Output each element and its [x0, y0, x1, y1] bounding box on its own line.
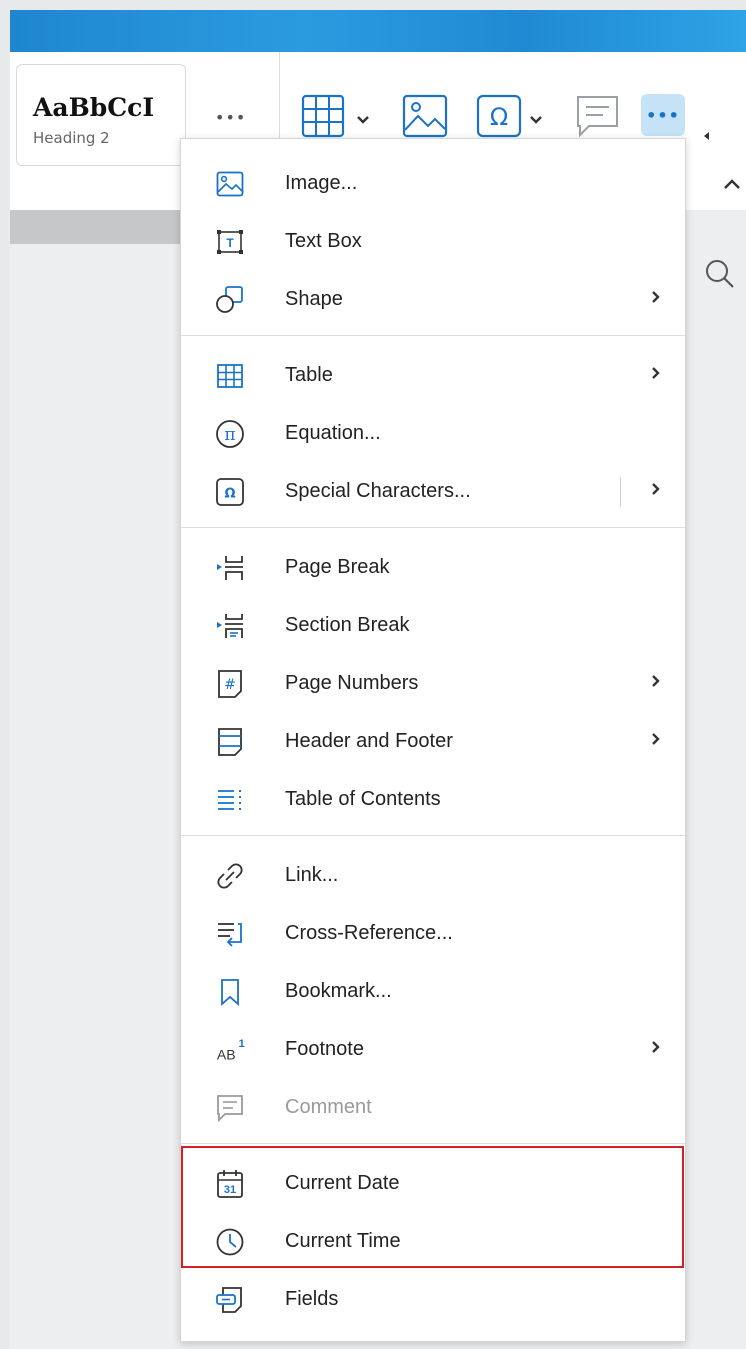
chevron-down-icon	[530, 116, 542, 124]
chevron-down-icon	[357, 116, 369, 124]
insert-table-dropdown[interactable]	[356, 110, 370, 129]
collapse-ribbon-button[interactable]	[722, 176, 742, 195]
menu-item-link[interactable]: Link...	[181, 847, 685, 905]
menu-separator	[181, 1143, 685, 1144]
special-characters-button[interactable]: Ω	[476, 94, 522, 142]
svg-text:AB: AB	[217, 1046, 236, 1062]
chevron-right-icon[interactable]	[651, 481, 661, 501]
menu-item-section-break[interactable]: Section Break	[181, 597, 685, 655]
menu-item-table-of-contents[interactable]: Table of Contents	[181, 771, 685, 829]
image-icon	[402, 94, 448, 138]
style-name: Heading 2	[33, 129, 110, 147]
text-box-icon: T	[215, 227, 245, 257]
toc-icon	[215, 785, 245, 815]
menu-item-equation[interactable]: π Equation...	[181, 405, 685, 463]
comment-button[interactable]	[575, 94, 621, 144]
menu-separator	[181, 835, 685, 836]
menu-item-header-and-footer[interactable]: Header and Footer	[181, 713, 685, 771]
comment-icon	[577, 96, 618, 138]
menu-item-current-date[interactable]: 31 Current Date	[181, 1155, 685, 1213]
menu-item-cross-reference[interactable]: Cross-Reference...	[181, 905, 685, 963]
style-sample-text: AaBbCcI	[33, 93, 155, 122]
chevron-up-icon	[724, 179, 740, 189]
bookmark-icon	[215, 977, 245, 1007]
toolbar-more-button[interactable]: •••	[641, 94, 685, 136]
title-bar	[10, 10, 746, 52]
menu-item-page-numbers[interactable]: # Page Numbers	[181, 655, 685, 713]
chevron-right-icon	[651, 1039, 661, 1059]
ruler-strip	[10, 210, 182, 244]
footnote-icon: AB 1	[215, 1035, 245, 1065]
calendar-icon: 31	[215, 1169, 245, 1199]
menu-item-bookmark[interactable]: Bookmark...	[181, 963, 685, 1021]
image-icon	[215, 169, 245, 199]
menu-item-current-time[interactable]: Current Time	[181, 1213, 685, 1271]
menu-item-table[interactable]: Table	[181, 347, 685, 405]
svg-text:Ω: Ω	[490, 103, 508, 131]
omega-icon: Ω	[215, 477, 245, 507]
fields-icon	[215, 1285, 245, 1315]
equation-icon: π	[215, 419, 245, 449]
section-break-icon	[215, 611, 245, 641]
svg-text:#: #	[224, 677, 236, 693]
link-icon	[215, 861, 245, 891]
chevron-right-icon	[651, 289, 661, 309]
page-numbers-icon: #	[215, 669, 245, 699]
table-icon	[301, 94, 345, 138]
insert-more-menu: Image... T Text Box Shape Table π Equati…	[180, 138, 686, 1342]
svg-text:π: π	[224, 425, 235, 445]
svg-text:T: T	[226, 236, 234, 250]
chevron-right-icon	[651, 365, 661, 385]
menu-item-footnote[interactable]: AB 1 Footnote	[181, 1021, 685, 1079]
insert-image-button[interactable]	[402, 94, 448, 142]
svg-text:Ω: Ω	[224, 487, 235, 502]
menu-item-fields[interactable]: Fields	[181, 1271, 685, 1329]
menu-item-page-break[interactable]: Page Break	[181, 539, 685, 597]
page-break-icon	[215, 553, 245, 583]
styles-more-button[interactable]: •••	[215, 108, 246, 127]
header-footer-icon	[215, 727, 245, 757]
shape-icon	[215, 285, 245, 315]
svg-text:1: 1	[238, 1038, 244, 1050]
insert-table-button[interactable]	[301, 94, 349, 142]
style-heading-2[interactable]: AaBbCcI Heading 2	[16, 64, 186, 166]
menu-item-comment: Comment	[181, 1079, 685, 1137]
cross-reference-icon	[215, 919, 245, 949]
menu-item-text-box[interactable]: T Text Box	[181, 213, 685, 271]
menu-item-image[interactable]: Image...	[181, 155, 685, 213]
table-icon	[215, 361, 245, 391]
menu-separator	[181, 527, 685, 528]
svg-text:31: 31	[224, 1184, 236, 1196]
menu-item-shape[interactable]: Shape	[181, 271, 685, 329]
menu-separator	[181, 335, 685, 336]
split-divider	[620, 477, 621, 507]
comment-icon	[215, 1093, 245, 1123]
clock-icon	[215, 1227, 245, 1257]
omega-icon: Ω	[476, 94, 522, 138]
search-icon[interactable]	[704, 258, 736, 294]
scroll-left-icon[interactable]	[703, 126, 711, 145]
chevron-right-icon	[651, 731, 661, 751]
chevron-right-icon	[651, 673, 661, 693]
menu-item-special-characters[interactable]: Ω Special Characters...	[181, 463, 685, 521]
special-characters-dropdown[interactable]	[529, 110, 543, 129]
